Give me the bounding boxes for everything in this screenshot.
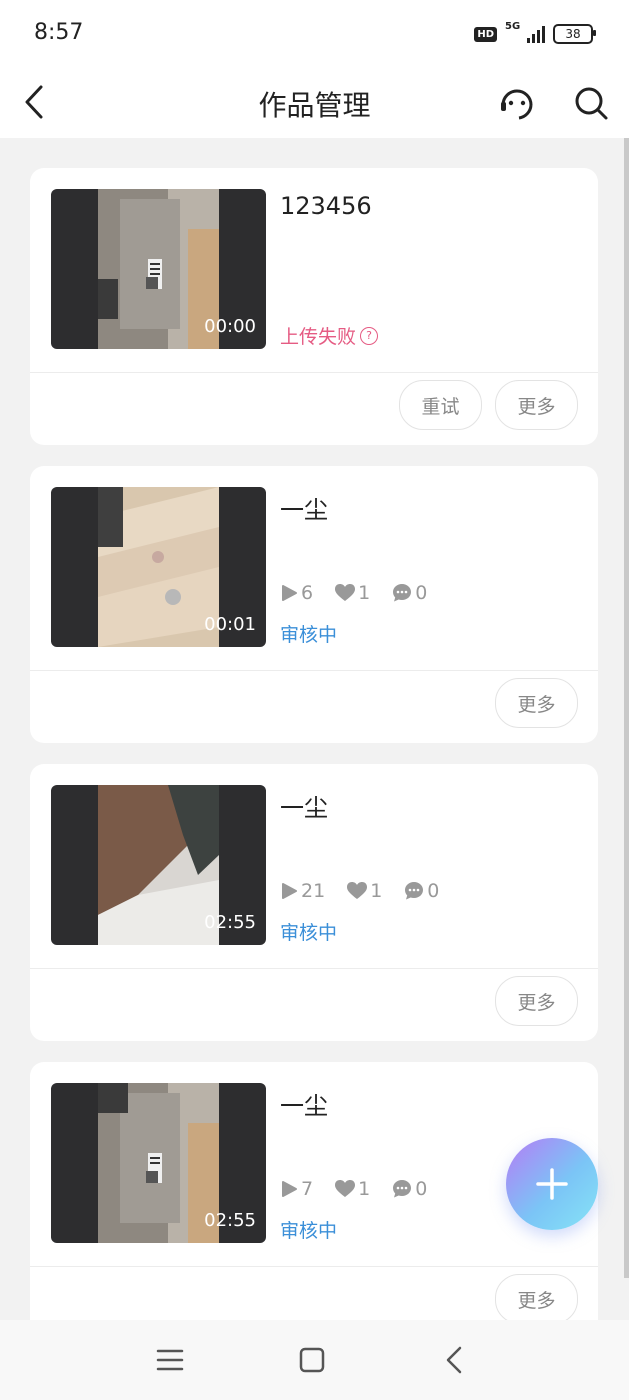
search-button[interactable] [568,80,614,126]
work-card-actions: 更多 [30,671,598,743]
add-work-button[interactable] [506,1138,598,1230]
work-title: 一尘 [280,794,328,822]
battery-level: 38 [565,27,581,41]
status-time: 8:57 [34,20,84,45]
work-card-body: 02:55 一尘 21 1 0 审核中 [30,764,598,969]
play-icon [282,883,297,899]
like-count: 1 [335,1178,370,1200]
hd-badge: HD [474,26,497,42]
play-count-value: 7 [301,1178,314,1200]
like-count: 1 [335,582,370,604]
signal-icon: 5G [505,21,545,43]
play-icon [282,1181,297,1197]
status-indicators: HD 5G 38 [474,21,596,44]
comment-icon [405,882,424,900]
comment-count-value: 0 [427,880,440,902]
work-card[interactable]: 02:55 一尘 21 1 0 审核中 更多 [30,764,598,1041]
home-square-icon [299,1347,325,1373]
video-duration: 00:01 [204,614,256,635]
play-count: 6 [280,582,313,604]
work-card[interactable]: 00:01 一尘 6 1 0 审核中 更多 [30,466,598,743]
thumbnail-image [98,189,219,349]
heart-icon [335,584,356,601]
nav-menu-button[interactable] [148,1338,192,1382]
play-count: 21 [280,880,325,902]
upload-status: 上传失败 ? [280,322,379,349]
work-card[interactable]: 00:00 123456 上传失败 ? 重试 更多 [30,168,598,445]
nav-back-button[interactable] [432,1338,476,1382]
retry-button[interactable]: 重试 [399,380,482,430]
question-icon[interactable]: ? [360,326,379,345]
review-status: 审核中 [280,922,338,944]
review-status: 审核中 [280,624,338,646]
comment-icon [393,1180,412,1198]
comment-icon [393,584,412,602]
work-card-actions: 更多 [30,969,598,1041]
like-count-value: 1 [358,582,371,604]
work-card-actions: 重试 更多 [30,373,598,445]
work-card-body: 00:00 123456 上传失败 ? [30,168,598,373]
video-thumbnail[interactable]: 02:55 [51,1083,266,1243]
play-count: 7 [280,1178,313,1200]
work-stats: 6 1 0 [280,582,427,604]
play-count-value: 21 [301,880,326,902]
work-stats: 7 1 0 [280,1178,427,1200]
more-button[interactable]: 更多 [495,380,578,430]
like-count-value: 1 [358,1178,371,1200]
customer-service-button[interactable] [494,80,540,126]
work-title: 一尘 [280,1092,328,1120]
comment-count-value: 0 [415,1178,428,1200]
more-button[interactable]: 更多 [495,678,578,728]
work-card-body: 00:01 一尘 6 1 0 审核中 [30,466,598,671]
thumbnail-image [98,1083,219,1243]
upload-failed-label: 上传失败 [280,326,357,348]
app-header: 作品管理 [0,70,629,138]
comment-count: 0 [404,880,439,902]
customer-service-icon [501,89,533,120]
status-bar: 8:57 HD 5G 38 [0,0,629,70]
review-status: 审核中 [280,1220,338,1242]
heart-icon [335,1180,356,1197]
scrollbar[interactable] [624,138,629,1278]
video-thumbnail[interactable]: 00:01 [51,487,266,647]
thumbnail-image [98,785,219,945]
plus-icon [536,1168,568,1200]
work-title: 123456 [280,192,372,220]
system-nav-bar [0,1320,629,1400]
work-stats: 21 1 0 [280,880,439,902]
play-count-value: 6 [301,582,314,604]
nav-back-icon [446,1346,462,1374]
comment-count: 0 [392,1178,427,1200]
comment-count-value: 0 [415,582,428,604]
like-count: 1 [347,880,382,902]
more-button[interactable]: 更多 [495,976,578,1026]
network-type: 5G [505,21,521,32]
search-icon [575,87,608,120]
video-thumbnail[interactable]: 00:00 [51,189,266,349]
nav-home-button[interactable] [290,1338,334,1382]
work-title: 一尘 [280,496,328,524]
comment-count: 0 [392,582,427,604]
play-icon [282,585,297,601]
video-duration: 02:55 [204,912,256,933]
video-thumbnail[interactable]: 02:55 [51,785,266,945]
work-card-actions: 更多 [30,1267,598,1320]
menu-icon [156,1349,184,1371]
more-button[interactable]: 更多 [495,1274,578,1320]
like-count-value: 1 [370,880,383,902]
video-duration: 00:00 [204,316,256,337]
video-duration: 02:55 [204,1210,256,1231]
battery-icon: 38 [553,24,596,44]
thumbnail-image [98,487,219,647]
heart-icon [347,882,368,899]
